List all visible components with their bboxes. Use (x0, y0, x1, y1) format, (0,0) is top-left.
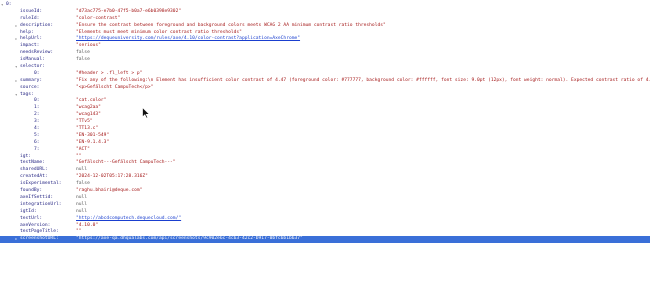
property-value: "Ensure the contrast between foreground … (76, 22, 386, 28)
expand-arrow-icon[interactable]: ▸ (15, 78, 17, 85)
property-key: 0: (6, 2, 12, 7)
tree-row-axeversion[interactable]: axeVersion: "4.10.0" (0, 223, 650, 230)
property-value: "EN-301-549" (76, 132, 110, 138)
property-value: null (76, 201, 88, 207)
property-key: source: (20, 84, 40, 90)
tree-row-ruleid[interactable]: ruleId: "color-contrast" (0, 16, 650, 23)
tree-row-issueid[interactable]: issueId: "d73ac775-e7b0-47f5-b0a7-e6b0398… (0, 9, 650, 16)
property-value: "<p>Gefälscht CampuTech</p>" (76, 84, 154, 90)
property-value: "Fix any of the following:\n Element has… (76, 77, 650, 83)
tree-row-testurl[interactable]: testUrl: "http://abcdcomputech.dequecloud… (0, 216, 650, 223)
property-key: igtId: (20, 208, 37, 214)
property-value: false (76, 57, 90, 63)
tree-row-impact[interactable]: impact: "serious" (0, 43, 650, 50)
tree-row-ismanual[interactable]: isManual: false (0, 57, 650, 64)
property-value: "color-contrast" (76, 15, 121, 21)
tree-row-screenshoturl[interactable]: ▸ screenshotURL: "https://axe-qa.dhqualabs… (0, 236, 650, 244)
property-value: "#header > .fl_left > p" (76, 70, 143, 76)
tree-row-summary[interactable]: ▸ summary: "Fix any of the following:\n El… (0, 78, 650, 85)
expand-arrow-icon[interactable]: ▸ (15, 36, 17, 43)
property-key: description: (20, 22, 54, 28)
tree-row-tag-item[interactable]: 4: "TT13.c" (0, 126, 650, 133)
property-key: integrationUrl: (20, 201, 62, 207)
property-key: 7: (34, 146, 40, 152)
property-value: "Gefälscht---Gefälscht CampuTech---" (76, 160, 176, 166)
property-key: foundBy: (20, 188, 43, 194)
property-value: null (76, 194, 88, 200)
property-key: summary: (20, 77, 43, 83)
tree-row-needsreview[interactable]: needsReview: false (0, 50, 650, 57)
property-value: null (76, 208, 88, 214)
collapse-arrow-icon[interactable]: ▾ (15, 92, 17, 99)
tree-row-integrationurl[interactable]: integrationUrl: null (0, 202, 650, 209)
property-key: axeIfSettid: (20, 194, 54, 200)
property-key: selector: (20, 64, 45, 70)
tree-row-source[interactable]: source: "<p>Gefälscht CampuTech</p>" (0, 85, 650, 92)
property-value[interactable]: "http://abcdcomputech.dequecloud.com/" (76, 216, 181, 223)
property-key: testUrl: (20, 215, 43, 221)
property-value: "https://axe-qa.dhqualabs.com/api/screen… (76, 236, 303, 242)
property-value: "TT13.c" (76, 126, 99, 132)
property-value: "EN-9.1.4.3" (76, 139, 110, 145)
property-value: "TTv5" (76, 119, 93, 125)
expand-arrow-icon[interactable]: ▸ (15, 236, 17, 243)
tree-row-testname[interactable]: testName: "Gefälscht---Gefälscht CampuTec… (0, 160, 650, 167)
mouse-pointer-icon (142, 107, 150, 119)
property-key: screenshotURL: (20, 236, 59, 242)
property-key: ruleId: (20, 15, 40, 21)
tree-row-isexperimental[interactable]: isExperimental: false (0, 181, 650, 188)
collapse-arrow-icon[interactable]: ▾ (15, 64, 17, 71)
property-key: 3: (34, 119, 40, 125)
property-key: isManual: (20, 57, 45, 63)
expand-arrow-icon[interactable]: ▸ (15, 23, 17, 30)
property-key: 0: (34, 70, 40, 76)
tree-row-tag-item[interactable]: 7: "ACT" (0, 147, 650, 154)
tree-row-tag-item[interactable]: 6: "EN-9.1.4.3" (0, 140, 650, 147)
property-value: "ACT" (76, 146, 90, 152)
tree-row-axeifsettid[interactable]: axeIfSettid: null (0, 195, 650, 202)
property-value: "d73ac775-e7b0-47f5-b0a7-e6b0398e9302" (76, 8, 182, 14)
property-key: 5: (34, 132, 40, 138)
property-value: "raghu.bhairi@deque.com" (76, 188, 143, 194)
tree-row-createdat[interactable]: createdAt: "2024-12-02T05:17:28.316Z" (0, 174, 650, 181)
tree-row-tag-item[interactable]: 2: "wcag143" (0, 112, 650, 119)
tree-row-description[interactable]: ▸ description: "Ensure the contrast betwee… (0, 23, 650, 30)
property-value[interactable]: "https://dequeuniversity.com/rules/axe/4… (76, 36, 300, 43)
property-key: tags: (20, 91, 34, 97)
tree-row-selector-item[interactable]: 0: "#header > .fl_left > p" (0, 71, 650, 78)
tree-row-selector[interactable]: ▾ selector: (0, 64, 650, 71)
collapse-arrow-icon[interactable]: ▾ (1, 2, 3, 9)
tree-root-row[interactable]: ▾ 0: (0, 2, 650, 9)
property-key: issueId: (20, 8, 43, 14)
property-key: 4: (34, 126, 40, 132)
property-key: 6: (34, 139, 40, 145)
tree-row-tag-item[interactable]: 3: "TTv5" (0, 119, 650, 126)
tree-row-foundby[interactable]: foundBy: "raghu.bhairi@deque.com" (0, 188, 650, 195)
tree-row-igtid[interactable]: igtId: null (0, 209, 650, 216)
tree-row-tag-item[interactable]: 5: "EN-301-549" (0, 133, 650, 140)
json-tree-viewer: ▾ 0: issueId: "d73ac775-e7b0-47f5-b0a7-e6b0… (0, 0, 650, 244)
